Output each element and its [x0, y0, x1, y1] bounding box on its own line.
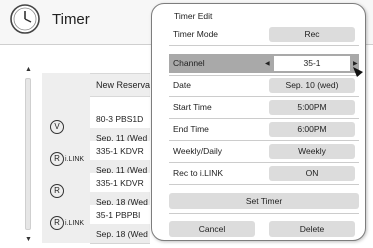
scrollbar[interactable]: [25, 78, 31, 230]
divider: [169, 184, 359, 185]
channel-value[interactable]: 35-1: [274, 56, 350, 71]
timer-channel: 335-1 KDVR: [96, 146, 144, 156]
set-timer-button[interactable]: Set Timer: [169, 193, 359, 209]
timer-mode-badge: R: [50, 184, 64, 198]
start-time-label: Start Time: [173, 102, 212, 112]
rec-to-ilink-row[interactable]: Rec to i.LINK ON: [169, 165, 359, 182]
mode-letter-icon: V: [50, 120, 64, 134]
page-title: Timer: [52, 11, 90, 28]
rec-to-ilink-value[interactable]: ON: [269, 166, 355, 181]
timer-mode-badge: V: [50, 120, 64, 134]
divider: [169, 118, 359, 119]
arrow-left-icon[interactable]: ◀: [265, 60, 270, 67]
date-row[interactable]: Date Sep. 10 (wed): [169, 77, 359, 94]
date-value[interactable]: Sep. 10 (wed): [269, 78, 355, 93]
timer-mode-label: Timer Mode: [173, 29, 219, 39]
end-time-value[interactable]: 6:00PM: [269, 122, 355, 137]
delete-button[interactable]: Delete: [269, 221, 355, 237]
divider: [169, 96, 359, 97]
timer-mode-row[interactable]: Timer Mode Rec: [169, 26, 359, 43]
mode-letter-icon: R: [50, 216, 64, 230]
cancel-button[interactable]: Cancel: [169, 221, 255, 237]
timer-mode-value[interactable]: Rec: [269, 27, 355, 42]
timer-channel: 35-1 PBPBI: [96, 210, 141, 220]
divider: [169, 45, 359, 46]
start-time-row[interactable]: Start Time 5:00PM: [169, 99, 359, 116]
end-time-row[interactable]: End Time 6:00PM: [169, 121, 359, 138]
timer-channel: 80-3 PBS1D: [96, 114, 144, 124]
channel-row[interactable]: Channel ◀ 35-1 ▶: [169, 54, 359, 73]
rec-to-ilink-label: Rec to i.LINK: [173, 168, 224, 178]
clock-icon: [10, 4, 40, 34]
timer-channel: 335-1 KDVR: [96, 178, 144, 188]
divider: [169, 75, 359, 76]
divider: [169, 213, 359, 214]
timer-list-item[interactable]: Ri.LINK 35-1 PBPBI Sep. 18 (Wed: [42, 205, 150, 244]
timer-mode-badge: Ri.LINK: [50, 152, 84, 166]
start-time-value[interactable]: 5:00PM: [269, 100, 355, 115]
weekly-daily-row[interactable]: Weekly/Daily Weekly: [169, 143, 359, 160]
date-label: Date: [173, 80, 191, 90]
cursor-pointer-icon: [353, 67, 363, 77]
timer-date: Sep. 18 (Wed: [96, 229, 148, 239]
divider: [169, 140, 359, 141]
scroll-down-icon[interactable]: ▼: [25, 236, 32, 243]
weekly-daily-label: Weekly/Daily: [173, 146, 222, 156]
new-reservation-row[interactable]: New Reserva: [90, 73, 150, 97]
ilink-label: i.LINK: [65, 219, 85, 227]
channel-label: Channel: [173, 58, 205, 68]
new-reservation-label: New Reserva: [96, 80, 151, 90]
timer-edit-dialog: Timer Edit Timer Mode Rec Channel ◀ 35-1…: [151, 3, 366, 241]
mode-letter-icon: R: [50, 152, 64, 166]
timer-mode-badge: Ri.LINK: [50, 216, 84, 230]
mode-letter-icon: R: [50, 184, 64, 198]
ilink-label: i.LINK: [65, 155, 85, 163]
weekly-daily-value[interactable]: Weekly: [269, 144, 355, 159]
end-time-label: End Time: [173, 124, 209, 134]
dialog-title: Timer Edit: [174, 11, 213, 21]
divider: [169, 162, 359, 163]
scroll-up-icon[interactable]: ▲: [25, 66, 32, 73]
